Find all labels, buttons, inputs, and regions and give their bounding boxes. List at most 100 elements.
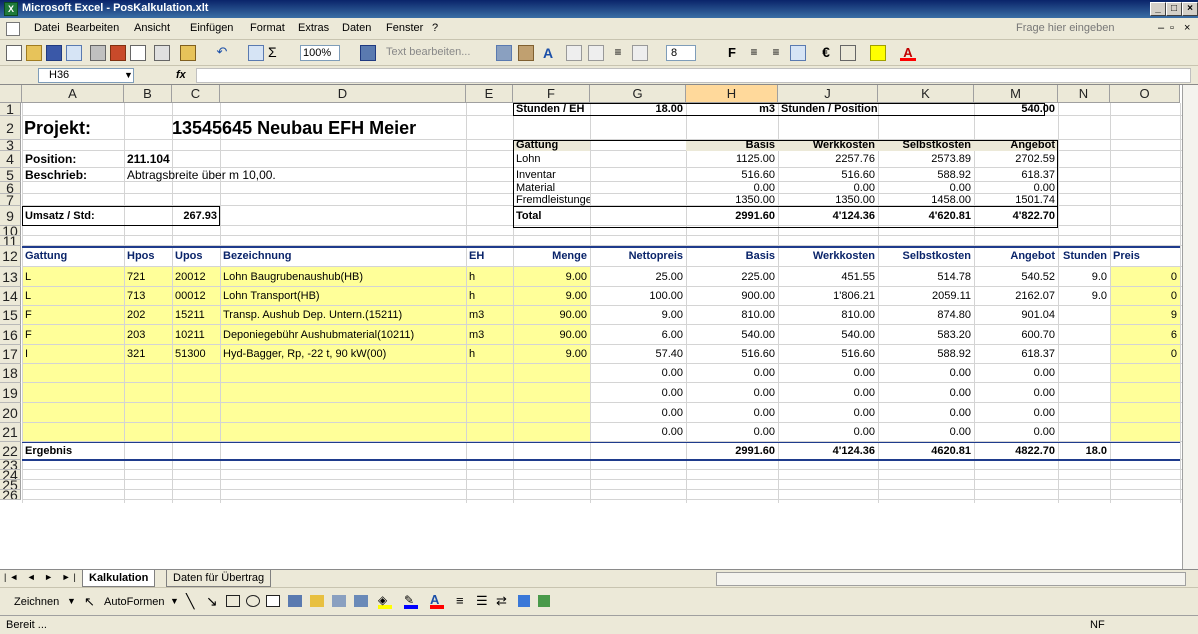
spelling-icon[interactable] [154, 45, 170, 61]
column-header-h[interactable]: H [686, 85, 778, 103]
insert-chart-icon[interactable] [248, 45, 264, 61]
research-icon[interactable] [110, 45, 126, 61]
row-header-17[interactable]: 17 [0, 345, 21, 364]
oval-icon[interactable] [246, 595, 260, 607]
open-icon[interactable] [26, 45, 42, 61]
row-header-7[interactable]: 7 [0, 194, 21, 206]
character-icon[interactable] [588, 45, 604, 61]
row-header-14[interactable]: 14 [0, 287, 21, 306]
review-icon[interactable] [496, 45, 512, 61]
currency-button[interactable]: € [818, 45, 834, 61]
font-color-a-icon[interactable]: A [540, 45, 556, 61]
align-left-icon[interactable]: ≡ [746, 45, 762, 61]
function-icon[interactable]: fx [176, 69, 186, 81]
row-header-24[interactable]: 24 [0, 470, 21, 480]
menu-einfuegen[interactable]: Einfügen [190, 22, 233, 34]
zoom-select[interactable]: 100% [300, 45, 340, 61]
row-header-2[interactable]: 2 [0, 116, 21, 140]
doc-close-button[interactable]: × [1184, 22, 1190, 34]
row-header-26[interactable]: 26 [0, 490, 21, 500]
name-box[interactable]: H36 [38, 68, 134, 83]
dash-style-icon[interactable]: ☰ [476, 593, 488, 609]
column-header-m[interactable]: M [974, 85, 1058, 103]
align-center-icon[interactable]: ≡ [768, 45, 784, 61]
borders-icon[interactable] [840, 45, 856, 61]
fill-color-icon[interactable] [870, 45, 886, 61]
text-edit-button[interactable]: Text bearbeiten... [386, 46, 470, 58]
print-preview-icon[interactable] [130, 45, 146, 61]
column-header-f[interactable]: F [513, 85, 590, 103]
row-header-3[interactable]: 3 [0, 140, 21, 151]
tab-kalkulation[interactable]: Kalkulation [82, 570, 156, 587]
doc-minimize-button[interactable]: – [1158, 22, 1164, 34]
workbook-icon[interactable] [6, 22, 20, 36]
drawing-toggle-icon[interactable] [360, 45, 376, 61]
menu-daten[interactable]: Daten [342, 22, 371, 34]
line-icon[interactable]: ╲ [186, 593, 194, 610]
row-header-22[interactable]: 22 [0, 442, 21, 460]
row-header-12[interactable]: 12 [0, 246, 21, 267]
picture-icon[interactable] [354, 595, 368, 607]
column-header-k[interactable]: K [878, 85, 974, 103]
diagram-icon[interactable] [310, 595, 324, 607]
bold-button[interactable]: F [724, 45, 740, 61]
tab-scroll-arrows[interactable]: |◄ ◄ ► ►| [4, 572, 79, 582]
row-header-19[interactable]: 19 [0, 383, 21, 403]
row-header-6[interactable]: 6 [0, 182, 21, 194]
row-header-9[interactable]: 9 [0, 206, 21, 226]
row-header-5[interactable]: 5 [0, 168, 21, 182]
row-header-25[interactable]: 25 [0, 480, 21, 490]
textbox-icon[interactable] [266, 595, 280, 607]
column-header-c[interactable]: C [172, 85, 220, 103]
wordart-icon[interactable] [288, 595, 302, 607]
new-icon[interactable] [6, 45, 22, 61]
help-search-input[interactable]: Frage hier eingeben [1012, 21, 1132, 37]
maximize-button[interactable]: □ [1166, 2, 1182, 16]
paste-icon[interactable] [180, 45, 196, 61]
column-header-b[interactable]: B [124, 85, 172, 103]
rectangle-icon[interactable] [226, 595, 240, 607]
column-header-a[interactable]: A [22, 85, 124, 103]
row-header-1[interactable]: 1 [0, 103, 21, 116]
tab-daten-fuer-uebertrag[interactable]: Daten für Übertrag [166, 570, 272, 587]
align-icon[interactable]: ≡ [610, 45, 626, 61]
line-style-icon[interactable]: ≡ [456, 593, 464, 608]
row-header-16[interactable]: 16 [0, 325, 21, 345]
row-header-18[interactable]: 18 [0, 364, 21, 383]
column-header-g[interactable]: G [590, 85, 686, 103]
row-header-11[interactable]: 11 [0, 236, 21, 246]
row-header-13[interactable]: 13 [0, 267, 21, 287]
merge-center-icon[interactable] [790, 45, 806, 61]
row-header-21[interactable]: 21 [0, 423, 21, 442]
menu-extras[interactable]: Extras [298, 22, 329, 34]
close-button[interactable]: × [1182, 2, 1198, 16]
menu-ansicht[interactable]: Ansicht [134, 22, 170, 34]
line-color-icon[interactable]: ✎ [404, 593, 418, 609]
row-header-10[interactable]: 10 [0, 226, 21, 236]
column-header-j[interactable]: J [778, 85, 878, 103]
row-header-20[interactable]: 20 [0, 403, 21, 423]
save-icon[interactable] [46, 45, 62, 61]
menu-bearbeiten[interactable]: Bearbeiten [66, 22, 119, 34]
reviewing-icon[interactable] [518, 45, 534, 61]
select-all-corner[interactable] [0, 85, 22, 103]
font-size-select[interactable]: 8 [666, 45, 696, 61]
column-header-n[interactable]: N [1058, 85, 1110, 103]
autoformen-menu[interactable]: AutoFormen [104, 596, 165, 608]
text-direction-icon[interactable] [566, 45, 582, 61]
undo-icon[interactable]: ↶ [214, 45, 230, 61]
font-color-icon[interactable]: A [430, 592, 444, 609]
doc-restore-button[interactable]: ▫ [1170, 22, 1174, 34]
column-header-d[interactable]: D [220, 85, 466, 103]
formula-input[interactable] [196, 68, 1191, 83]
zeichnen-menu[interactable]: Zeichnen [14, 596, 59, 608]
column-header-o[interactable]: O [1110, 85, 1180, 103]
shadow-icon[interactable] [518, 595, 530, 607]
font-color-icon[interactable]: A [900, 45, 916, 61]
autosum-icon[interactable]: Σ [268, 45, 284, 61]
spreadsheet-grid[interactable]: A B C D E F G H J K M N O 1 2 3 4 5 6 7 9 10 11 12 13 14 15 16 17 18 1… [0, 85, 1198, 569]
menu-format[interactable]: Format [250, 22, 285, 34]
menu-fenster[interactable]: Fenster [386, 22, 423, 34]
spacing-icon[interactable] [632, 45, 648, 61]
arrow-style-icon[interactable]: ⇄ [496, 593, 507, 609]
